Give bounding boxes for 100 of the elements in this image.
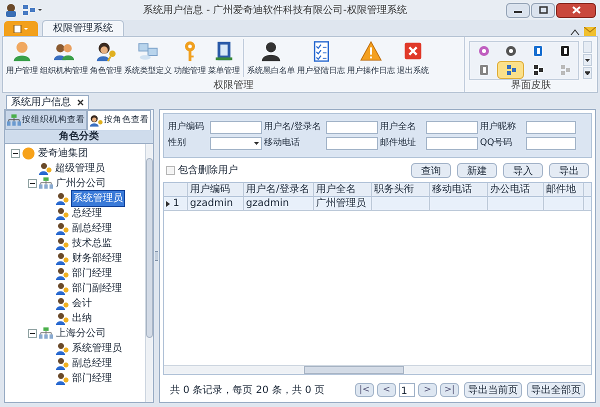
ribbon-button[interactable]: 功能管理: [173, 39, 207, 79]
action-button[interactable]: 导入: [503, 162, 543, 178]
close-icon: [572, 6, 580, 14]
window-caret-icon: [13, 24, 29, 32]
warning-icon: [360, 40, 382, 62]
org-chart-icon: [39, 177, 53, 190]
export-button[interactable]: 导出当前页: [464, 382, 522, 398]
tree-item[interactable]: 部门副经理: [71, 281, 123, 296]
circle-icon: [22, 147, 35, 160]
person-key-icon: [56, 342, 69, 355]
ribbon-button[interactable]: 菜单管理: [207, 39, 241, 79]
scrollbar[interactable]: [145, 144, 153, 402]
caret-icon: [585, 58, 590, 62]
book-icon: [213, 40, 235, 62]
input-field[interactable]: [326, 136, 378, 150]
ribbon-button[interactable]: 用户操作日志: [346, 39, 396, 79]
ribbon-button[interactable]: 系统黑白名单: [246, 39, 296, 79]
column-header[interactable]: 办公电话: [488, 183, 544, 196]
person-key-icon: [56, 222, 69, 235]
input-field[interactable]: [526, 121, 576, 134]
maximize-button[interactable]: [531, 2, 555, 18]
tree-item[interactable]: 出纳: [71, 311, 93, 326]
action-button[interactable]: 新建: [457, 162, 497, 178]
ribbon-button[interactable]: 退出系统: [396, 39, 430, 79]
ribbon-button[interactable]: 角色管理: [89, 39, 123, 79]
document-tab[interactable]: 系统用户信息: [6, 95, 89, 109]
field-label: 性别: [168, 136, 187, 150]
person-key-icon: [56, 207, 69, 220]
tree-item[interactable]: 部门经理: [71, 371, 113, 386]
tree-item[interactable]: 广州分公司: [55, 176, 107, 191]
envelope-icon[interactable]: [584, 27, 596, 36]
column-header[interactable]: 用户名/登录名: [244, 183, 314, 196]
skin-icon: [478, 45, 490, 57]
view-tab[interactable]: 按角色查看: [87, 110, 151, 130]
close-button[interactable]: [556, 2, 596, 18]
tree-item[interactable]: 上海分公司: [55, 326, 107, 341]
input-field[interactable]: [326, 121, 378, 134]
collapse-toggle[interactable]: [11, 149, 20, 158]
export-button[interactable]: 导出全部页: [527, 382, 585, 398]
pager-button[interactable]: |<: [355, 383, 374, 397]
action-button[interactable]: 导出: [549, 162, 589, 178]
collapse-ribbon-icon[interactable]: [570, 28, 580, 36]
column-header[interactable]: 用户全名: [314, 183, 372, 196]
tree-item[interactable]: 财务部经理: [71, 251, 123, 266]
input-field[interactable]: [426, 121, 478, 134]
app-menu-button[interactable]: [4, 21, 38, 36]
pager-summary: 共 0 条记录，每页 20 条，共 0 页: [170, 384, 326, 398]
column-header[interactable]: 移动电话: [430, 183, 488, 196]
splitter-grip[interactable]: [155, 251, 158, 261]
minimize-button[interactable]: [506, 2, 530, 18]
ribbon-button[interactable]: 用户登陆日志: [296, 39, 346, 79]
pager-button[interactable]: <: [377, 383, 396, 397]
collapse-toggle[interactable]: [28, 329, 37, 338]
tree-item[interactable]: 技术总监: [71, 236, 113, 251]
tree-item[interactable]: 副总经理: [71, 221, 113, 236]
close-icon[interactable]: [77, 99, 84, 106]
maximize-icon: [538, 6, 548, 14]
page-field[interactable]: 1: [399, 383, 415, 397]
action-button[interactable]: 查询: [411, 162, 451, 178]
person-key-icon: [56, 192, 69, 205]
field-label: 用户名/登录名: [264, 121, 322, 134]
person-key-icon: [56, 237, 69, 250]
quick-access-icon[interactable]: [22, 4, 44, 16]
horizontal-scrollbar[interactable]: [164, 365, 591, 374]
skin-icon: [504, 64, 516, 76]
dropdown-field[interactable]: [210, 136, 262, 150]
person-key-icon: [56, 372, 69, 385]
tree-item[interactable]: 部门经理: [71, 266, 113, 281]
pager-button[interactable]: >: [418, 383, 437, 397]
tree-item[interactable]: 会计: [71, 296, 93, 311]
person-key-icon: [56, 357, 69, 370]
ribbon-button[interactable]: 用户管理: [5, 39, 39, 79]
field-label: 用户全名: [380, 121, 417, 134]
group-label: 界面皮肤: [510, 80, 552, 92]
group-label: 权限管理: [212, 80, 254, 92]
pager-button[interactable]: >|: [440, 383, 459, 397]
minus-icon: [13, 151, 18, 156]
tree-item[interactable]: 爱奇迪集团: [37, 146, 89, 161]
tree-item[interactable]: 副总经理: [71, 356, 113, 371]
view-tab[interactable]: 按组织机构查看: [5, 110, 87, 130]
column-header[interactable]: 邮件地: [544, 183, 584, 196]
skin-icon: [504, 45, 516, 57]
tree-item[interactable]: 系统管理员: [71, 190, 125, 207]
input-field[interactable]: [210, 121, 262, 134]
checkbox[interactable]: [166, 166, 175, 174]
tree-item[interactable]: 超级管理员: [54, 161, 106, 176]
collapse-toggle[interactable]: [28, 179, 37, 188]
gallery-expand-button[interactable]: [583, 67, 592, 79]
input-field[interactable]: [426, 136, 478, 150]
column-header[interactable]: 用户编码: [188, 183, 244, 196]
ribbon-tab[interactable]: 权限管理系统: [42, 20, 124, 36]
gallery-down-button[interactable]: [583, 54, 592, 66]
ribbon-button[interactable]: 组织机构管理: [39, 39, 89, 79]
field-label: 邮件地址: [380, 136, 417, 150]
tree-item[interactable]: 总经理: [71, 206, 103, 221]
column-header[interactable]: 职务头衔: [372, 183, 430, 196]
ribbon-button[interactable]: 系统类型定义: [123, 39, 173, 79]
input-field[interactable]: [526, 136, 576, 150]
tree-item[interactable]: 系统管理员: [71, 341, 123, 356]
person-key-icon: [39, 162, 52, 175]
